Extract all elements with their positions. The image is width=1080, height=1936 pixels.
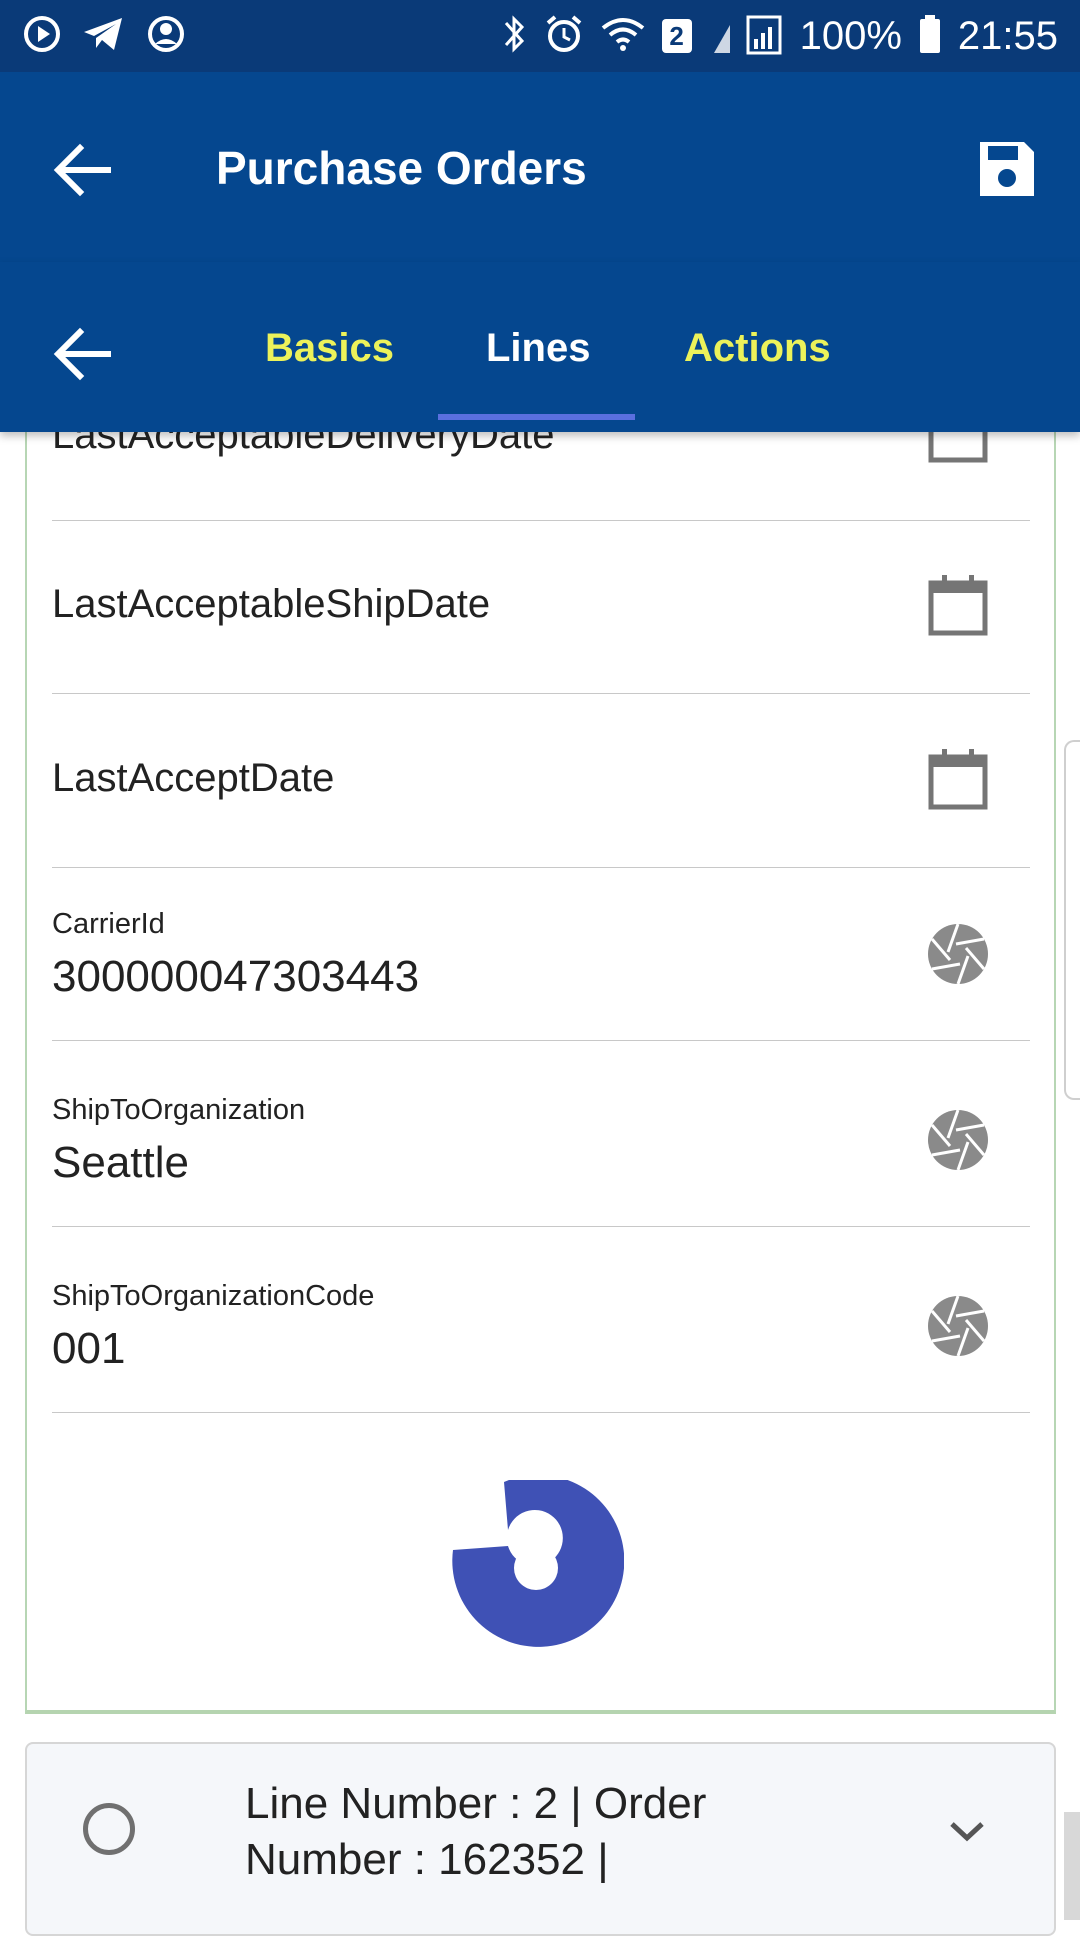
field-value: Seattle <box>52 1138 189 1187</box>
tab-lines[interactable]: Lines <box>486 320 590 376</box>
sim-badge: 2 <box>661 19 692 53</box>
status-left <box>22 14 186 59</box>
field-label: ShipToOrganization <box>52 1094 306 1126</box>
field-value: 001 <box>52 1324 126 1373</box>
signal-icon <box>708 13 784 60</box>
aperture-icon[interactable] <box>926 1294 990 1358</box>
field-value: 300000047303443 <box>52 952 420 1001</box>
app-bar: Purchase Orders <box>0 72 1080 262</box>
aperture-icon[interactable] <box>926 1108 990 1172</box>
loading-spinner-icon <box>448 1474 625 1656</box>
wifi-icon <box>600 14 646 59</box>
battery-percent: 100% <box>799 14 902 58</box>
field-label: CarrierId <box>52 908 165 940</box>
field-label: ShipToOrganizationCode <box>52 1280 375 1312</box>
tab-basics[interactable]: Basics <box>265 320 394 376</box>
back-arrow-icon[interactable] <box>50 140 120 200</box>
select-radio[interactable] <box>83 1803 135 1855</box>
tab-selected-indicator <box>438 414 635 420</box>
scrollbar[interactable] <box>1064 1812 1080 1920</box>
status-bar: 2 100% 21:55 <box>0 0 1080 72</box>
field-label: LastAcceptDate <box>52 756 335 800</box>
calendar-icon[interactable] <box>926 573 990 637</box>
line-summary-text: Line Number : 2 | Order Number : 162352 … <box>245 1779 707 1884</box>
clock: 21:55 <box>957 14 1058 58</box>
line-list-item[interactable]: Line Number : 2 | Order Number : 162352 … <box>25 1742 1056 1936</box>
field-label: LastAcceptableShipDate <box>52 582 491 626</box>
bluetooth-icon <box>500 13 528 60</box>
field-row[interactable]: ShipToOrganization Seattle <box>52 1042 1030 1227</box>
account-icon <box>146 14 186 59</box>
side-handle[interactable] <box>1064 740 1080 1100</box>
field-row[interactable]: CarrierId 300000047303443 <box>52 868 1030 1041</box>
page-title: Purchase Orders <box>216 142 587 194</box>
telegram-icon <box>82 14 126 59</box>
chevron-down-icon[interactable] <box>948 1816 986 1846</box>
battery-icon <box>918 13 942 60</box>
tab-back-arrow-icon[interactable] <box>50 324 120 384</box>
field-row[interactable]: LastAcceptableShipDate <box>52 521 1030 694</box>
tab-bar: Basics Lines Actions <box>0 262 1080 432</box>
field-row[interactable]: LastAcceptDate <box>52 695 1030 868</box>
alarm-icon <box>544 13 584 60</box>
field-row[interactable]: ShipToOrganizationCode 001 <box>52 1228 1030 1413</box>
status-right: 2 100% 21:55 <box>500 10 1058 62</box>
aperture-icon[interactable] <box>926 922 990 986</box>
tab-actions[interactable]: Actions <box>684 320 831 376</box>
save-icon[interactable] <box>976 138 1038 200</box>
calendar-icon[interactable] <box>926 747 990 811</box>
play-icon <box>22 14 62 59</box>
